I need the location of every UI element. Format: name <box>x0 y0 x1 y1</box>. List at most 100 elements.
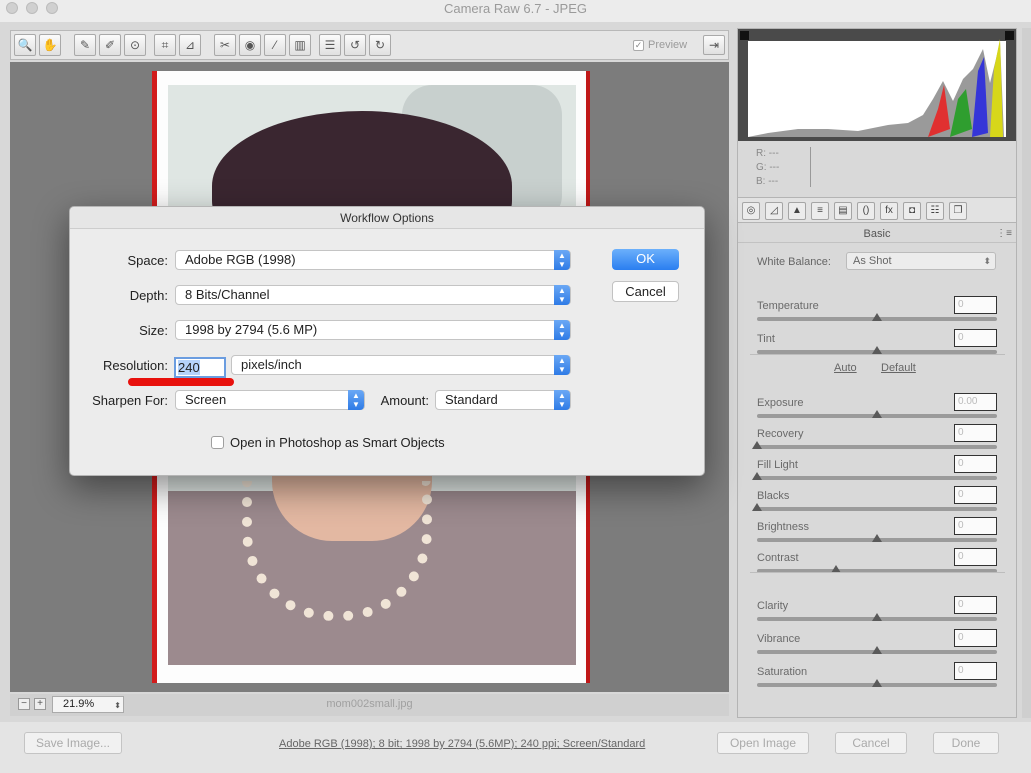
tab-camera-calibration-icon[interactable]: ◘ <box>903 202 921 220</box>
hand-tool-button[interactable]: ✋ <box>39 34 61 56</box>
crop-tool-button[interactable]: ⌗ <box>154 34 176 56</box>
smart-objects-checkbox[interactable]: Open in Photoshop as Smart Objects <box>211 435 445 450</box>
fill-light-slider-track[interactable] <box>757 476 997 480</box>
contrast-value-input[interactable]: 0 <box>954 548 997 566</box>
sharpen-label: Sharpen For: <box>92 393 168 408</box>
size-select[interactable]: 1998 by 2794 (5.6 MP) ▲ ▼ <box>175 320 571 340</box>
workflow-options-link[interactable]: Adobe RGB (1998); 8 bit; 1998 by 2794 (5… <box>279 738 645 750</box>
resolution-input[interactable]: 240 <box>174 357 226 378</box>
brightness-slider-thumb[interactable] <box>872 534 882 542</box>
vibrance-slider-thumb[interactable] <box>872 646 882 654</box>
white-balance-select[interactable]: As Shot ⬍ <box>846 252 996 270</box>
white-balance-tool-button[interactable]: ✎ <box>74 34 96 56</box>
exposure-slider-row: Exposure 0.00 <box>757 393 999 427</box>
preferences-tool-button[interactable]: ☰ <box>319 34 341 56</box>
vibrance-slider-row: Vibrance 0 <box>757 629 999 663</box>
amount-label: Amount: <box>380 393 429 408</box>
saturation-value-input[interactable]: 0 <box>954 662 997 680</box>
fullscreen-icon: ⇥ <box>708 38 720 52</box>
resolution-unit-value: pixels/inch <box>241 357 302 372</box>
checkbox-box[interactable] <box>211 436 224 449</box>
tint-label: Tint <box>757 333 775 345</box>
space-select[interactable]: Adobe RGB (1998) ▲ ▼ <box>175 250 571 270</box>
tab-detail-icon[interactable]: ▲ <box>788 202 806 220</box>
separator <box>750 354 1005 355</box>
saturation-slider-thumb[interactable] <box>872 679 882 687</box>
readout-divider <box>810 147 811 187</box>
tab-lens-corrections-icon[interactable]: () <box>857 202 875 220</box>
open-image-button[interactable]: Open Image <box>717 732 809 754</box>
default-link[interactable]: Default <box>881 362 916 374</box>
rotate-left-icon: ↺ <box>349 38 361 52</box>
clarity-slider-thumb[interactable] <box>872 613 882 621</box>
tab-basic-icon[interactable]: ◎ <box>742 202 760 220</box>
blacks-label: Blacks <box>757 490 790 502</box>
save-image-button[interactable]: Save Image... <box>24 732 122 754</box>
saturation-slider-row: Saturation 0 <box>757 662 999 696</box>
tab-tone-curve-icon[interactable]: ◿ <box>765 202 783 220</box>
dialog-cancel-button[interactable]: Cancel <box>612 281 679 302</box>
brightness-value-input[interactable]: 0 <box>954 517 997 535</box>
adjustment-brush-icon: ⁄ <box>273 38 276 52</box>
tab-hsl-icon[interactable]: ≡ <box>811 202 829 220</box>
fill-light-value-input[interactable]: 0 <box>954 455 997 473</box>
auto-link[interactable]: Auto <box>834 362 857 374</box>
preview-checkbox[interactable]: ✓ Preview <box>633 39 687 51</box>
contrast-label: Contrast <box>757 552 799 564</box>
adjustment-brush-tool-button[interactable]: ⁄ <box>264 34 286 56</box>
targeted-adjustment-tool-button[interactable]: ⊙ <box>124 34 146 56</box>
fullscreen-button[interactable]: ⇥ <box>703 35 725 55</box>
red-eye-tool-button[interactable]: ◉ <box>239 34 261 56</box>
sharpen-value: Screen <box>185 392 227 407</box>
blacks-slider-track[interactable] <box>757 507 997 511</box>
tab-split-toning-icon[interactable]: ▤ <box>834 202 852 220</box>
spot-removal-tool-button[interactable]: ✂ <box>214 34 236 56</box>
space-value: Adobe RGB (1998) <box>185 252 296 267</box>
done-button[interactable]: Done <box>933 732 999 754</box>
vibrance-value-input[interactable]: 0 <box>954 629 997 647</box>
temperature-slider-thumb[interactable] <box>872 313 882 321</box>
crop-icon: ⌗ <box>161 37 169 52</box>
resolution-label: Resolution: <box>102 358 168 373</box>
window-title: Camera Raw 6.7 - JPEG <box>443 1 588 16</box>
exposure-value-input[interactable]: 0.00 <box>954 393 997 411</box>
resolution-value: 240 <box>178 360 200 375</box>
blacks-slider-row: Blacks 0 <box>752 486 999 520</box>
panel-scrollbar[interactable] <box>1022 28 1031 718</box>
recovery-slider-track[interactable] <box>757 445 997 449</box>
tint-slider-thumb[interactable] <box>872 346 882 354</box>
fill-light-slider-thumb[interactable] <box>752 472 762 480</box>
color-sampler-tool-button[interactable]: ✐ <box>99 34 121 56</box>
rotate-right-tool-button[interactable]: ↻ <box>369 34 391 56</box>
zoom-tool-button[interactable]: 🔍 <box>14 34 36 56</box>
rgb-readout: R: --- G: --- B: --- <box>756 147 779 189</box>
cancel-button[interactable]: Cancel <box>835 732 907 754</box>
shadow-clipping-toggle <box>740 31 749 40</box>
blacks-value-input[interactable]: 0 <box>954 486 997 504</box>
exposure-slider-thumb[interactable] <box>872 410 882 418</box>
tab-snapshots-icon[interactable]: ❐ <box>949 202 967 220</box>
tint-slider-row: Tint 0 <box>757 329 999 363</box>
hand-icon: ✋ <box>42 38 58 52</box>
sharpen-select[interactable]: Screen ▲ ▼ <box>175 390 365 410</box>
chevron-updown-icon: ▲ ▼ <box>554 320 570 340</box>
blacks-slider-thumb[interactable] <box>752 503 762 511</box>
tint-value-input[interactable]: 0 <box>954 329 997 347</box>
recovery-value-input[interactable]: 0 <box>954 424 997 442</box>
temperature-value-input[interactable]: 0 <box>954 296 997 314</box>
tab-effects-icon[interactable]: fx <box>880 202 898 220</box>
resolution-unit-select[interactable]: pixels/inch ▲ ▼ <box>231 355 571 375</box>
graduated-filter-tool-button[interactable]: ▥ <box>289 34 311 56</box>
panel-menu-icon[interactable]: ⋮≡ <box>996 225 1012 243</box>
rotate-left-tool-button[interactable]: ↺ <box>344 34 366 56</box>
straighten-tool-button[interactable]: ⊿ <box>179 34 201 56</box>
recovery-slider-row: Recovery 0 <box>752 424 999 458</box>
annotation-underline <box>128 378 234 386</box>
clarity-value-input[interactable]: 0 <box>954 596 997 614</box>
amount-select[interactable]: Standard ▲ ▼ <box>435 390 571 410</box>
ok-button[interactable]: OK <box>612 249 679 270</box>
recovery-slider-thumb[interactable] <box>752 441 762 449</box>
depth-select[interactable]: 8 Bits/Channel ▲ ▼ <box>175 285 571 305</box>
tab-presets-icon[interactable]: ☷ <box>926 202 944 220</box>
spot-removal-icon: ✂ <box>219 38 231 52</box>
